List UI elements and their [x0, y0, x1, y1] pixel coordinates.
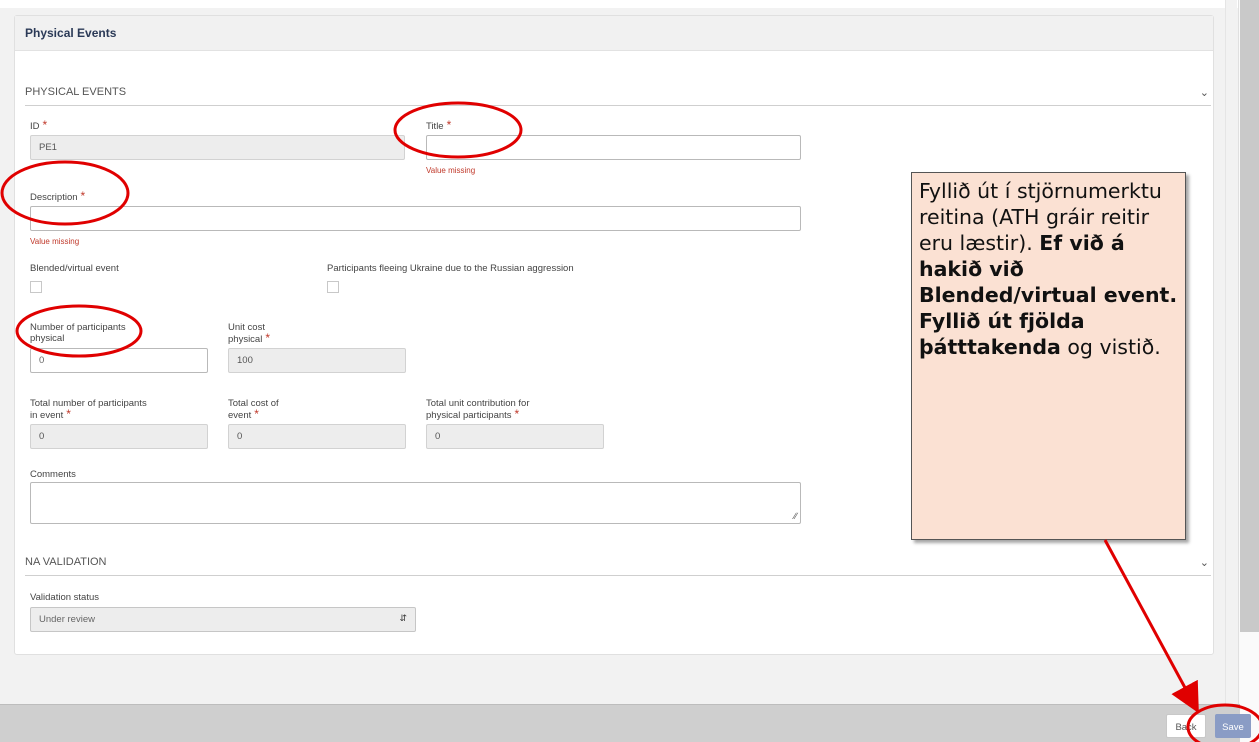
total-cost-field: 0 — [228, 424, 406, 449]
ukraine-label: Participants fleeing Ukraine due to the … — [327, 263, 574, 274]
save-button[interactable]: Save — [1215, 714, 1251, 738]
footer-bar — [0, 704, 1240, 742]
validation-status-value: Under review — [39, 614, 95, 625]
section-physical-events-label: PHYSICAL EVENTS — [25, 86, 127, 98]
section-na-validation[interactable]: NA VALIDATION ⌄ — [25, 556, 1211, 576]
title-field[interactable] — [426, 135, 801, 160]
unit-cost-field: 100 — [228, 348, 406, 373]
back-button[interactable]: Back — [1166, 714, 1206, 738]
top-strip — [0, 0, 1259, 8]
callout-text-2: og vistið. — [1067, 335, 1161, 359]
id-label: ID * — [30, 118, 48, 132]
total-unit-contrib-field: 0 — [426, 424, 604, 449]
total-participants-label: Total number of participants in event * — [30, 398, 147, 421]
id-field: PE1 — [30, 135, 405, 160]
num-participants-label: Number of participants physical — [30, 322, 126, 344]
instruction-callout: Fyllið út í stjörnumerktu reitina (ATH g… — [911, 172, 1186, 540]
panel-title: Physical Events — [15, 16, 1213, 51]
section-physical-events[interactable]: PHYSICAL EVENTS ⌄ — [25, 86, 1211, 106]
resize-handle-icon[interactable]: ∕∕ — [794, 511, 797, 521]
blended-label: Blended/virtual event — [30, 263, 119, 274]
title-label: Title * — [426, 118, 452, 132]
total-unit-contrib-label: Total unit contribution for physical part… — [426, 398, 530, 421]
description-error: Value missing — [30, 237, 80, 246]
section-na-validation-label: NA VALIDATION — [25, 556, 107, 568]
unit-cost-label: Unit cost physical * — [228, 322, 270, 345]
chevron-down-icon[interactable]: ⌄ — [1200, 86, 1209, 99]
validation-status-label: Validation status — [30, 592, 100, 603]
select-arrows-icon: ⇵ — [399, 613, 407, 623]
total-cost-label: Total cost of event * — [228, 398, 279, 421]
comments-textarea[interactable]: ∕∕ — [30, 482, 801, 524]
page-scrollbar-thumb[interactable] — [1240, 0, 1259, 632]
title-error: Value missing — [426, 166, 476, 175]
inner-scrollbar[interactable] — [1225, 0, 1237, 742]
total-participants-field: 0 — [30, 424, 208, 449]
description-label: Description * — [30, 189, 86, 203]
ukraine-checkbox[interactable] — [327, 281, 339, 293]
validation-status-select: Under review ⇵ — [30, 607, 416, 632]
description-field[interactable] — [30, 206, 801, 231]
chevron-down-icon[interactable]: ⌄ — [1200, 556, 1209, 569]
blended-checkbox[interactable] — [30, 281, 42, 293]
num-participants-field[interactable]: 0 — [30, 348, 208, 373]
comments-label: Comments — [30, 469, 76, 480]
